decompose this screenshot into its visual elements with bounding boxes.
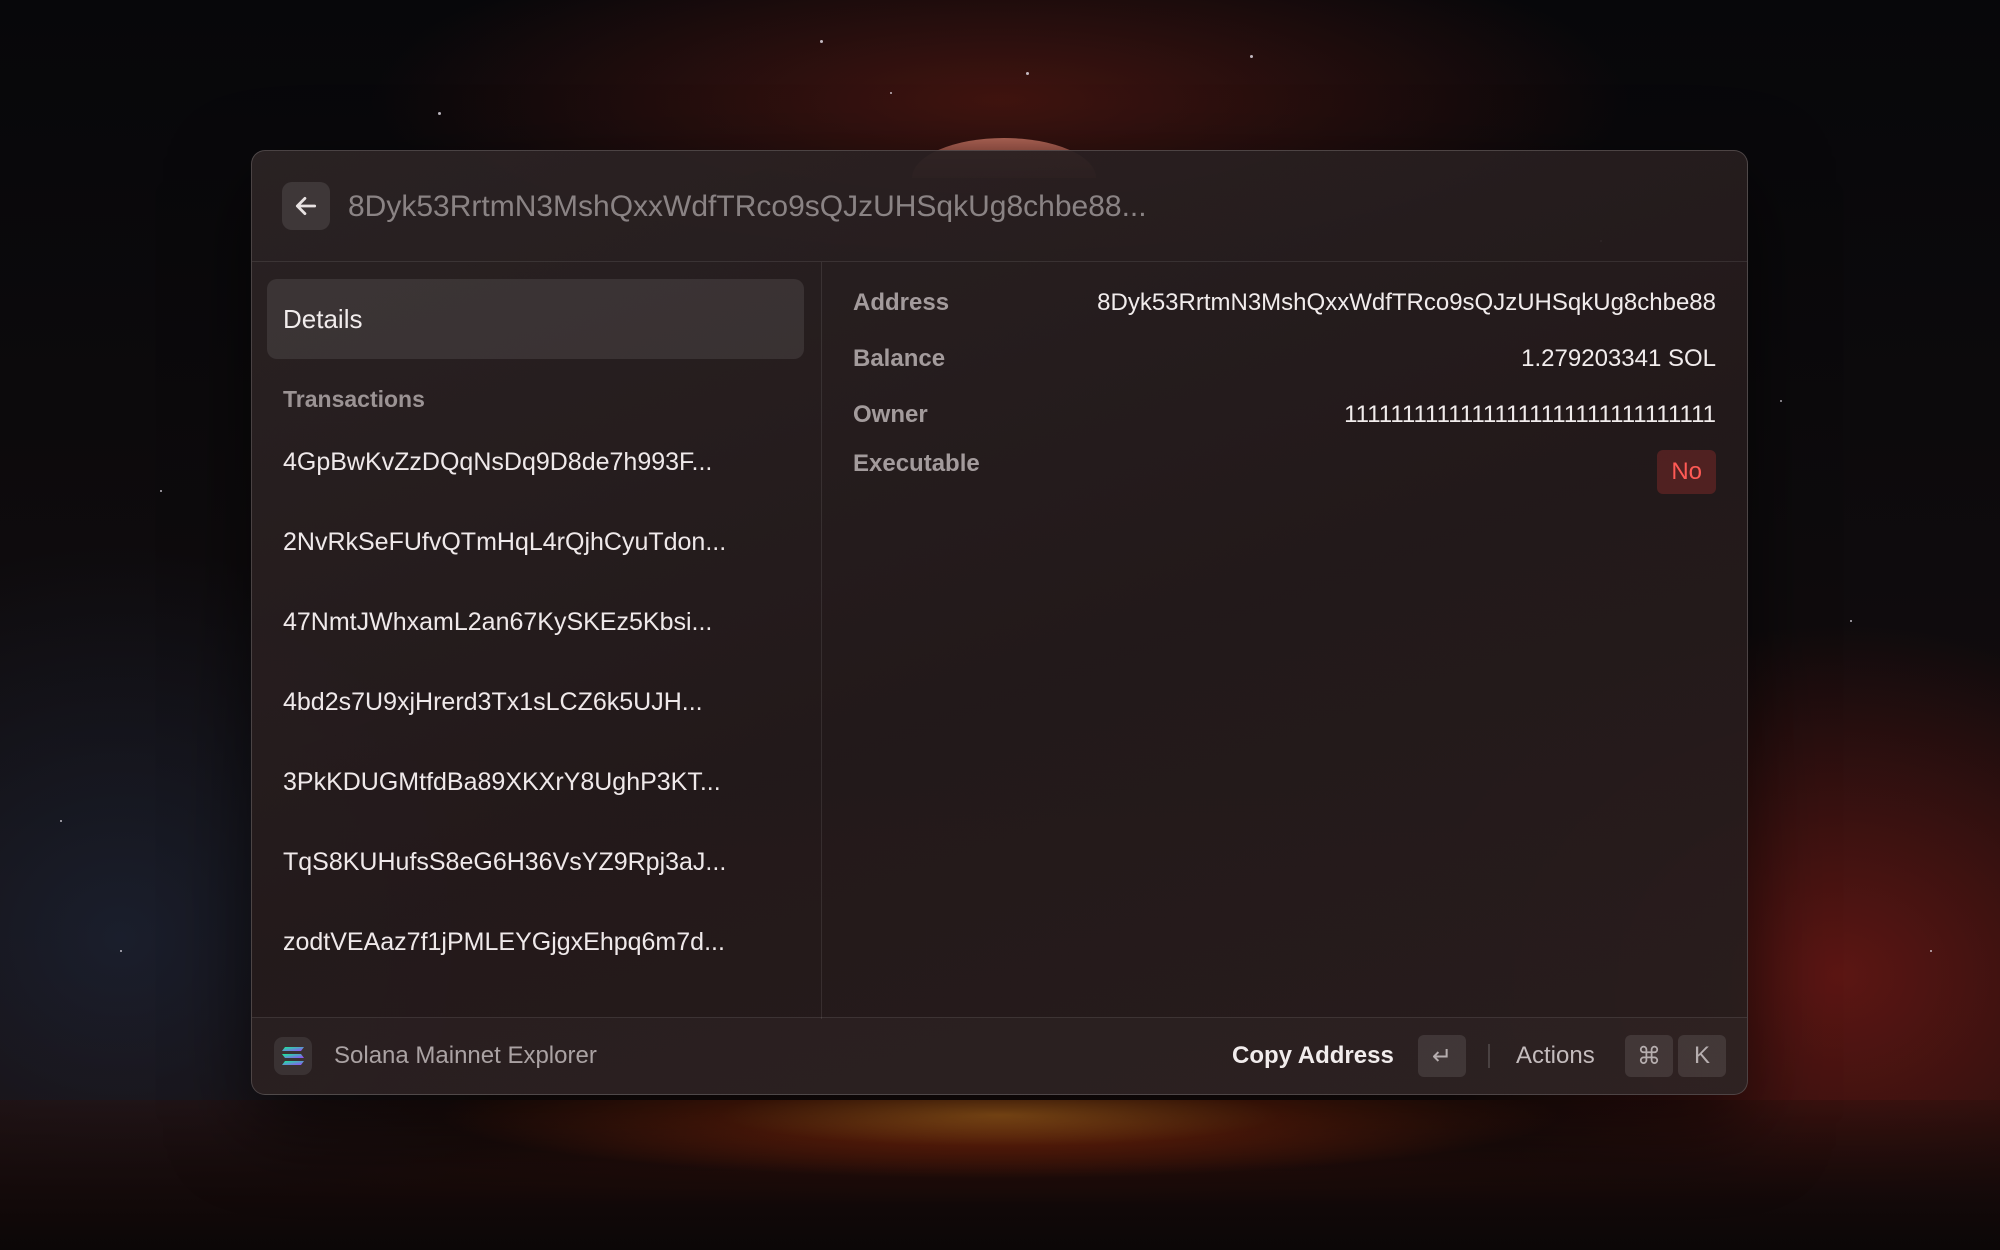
back-button[interactable] <box>282 182 330 230</box>
transaction-item[interactable]: 4bd2s7U9xjHrerd3Tx1sLCZ6k5UJH... <box>267 662 804 742</box>
enter-key-hint: ↵ <box>1418 1035 1466 1077</box>
owner-row: Owner 11111111111111111111111111111111 <box>853 395 1716 435</box>
arrow-left-icon <box>295 197 317 215</box>
balance-row: Balance 1.279203341 SOL <box>853 339 1716 379</box>
search-bar <box>252 151 1747 262</box>
copy-address-button[interactable]: Copy Address <box>1232 1042 1394 1070</box>
solana-logo-icon <box>274 1037 312 1075</box>
executable-row: Executable No <box>853 450 1716 494</box>
transaction-list: 4GpBwKvZzDQqNsDq9D8de7h993F... 2NvRkSeFU… <box>267 422 804 982</box>
section-header-transactions: Transactions <box>283 386 425 412</box>
address-row: Address 8Dyk53RrtmN3MshQxxWdfTRco9sQJzUH… <box>853 283 1716 323</box>
search-input[interactable] <box>346 178 1690 236</box>
address-value: 8Dyk53RrtmN3MshQxxWdfTRco9sQJzUHSqkUg8ch… <box>1097 289 1716 316</box>
executable-label: Executable <box>853 450 980 477</box>
app-name: Solana Mainnet Explorer <box>334 1042 597 1069</box>
details-panel: Address 8Dyk53RrtmN3MshQxxWdfTRco9sQJzUH… <box>822 262 1747 1019</box>
actions-button[interactable]: Actions <box>1516 1042 1595 1070</box>
action-bar: Solana Mainnet Explorer Copy Address ↵ A… <box>252 1017 1747 1094</box>
balance-label: Balance <box>853 345 946 372</box>
sidebar-item-label: Details <box>283 303 363 334</box>
sidebar-item-details[interactable]: Details <box>267 279 804 359</box>
transaction-item[interactable]: zodtVEAaz7f1jPMLEYGjgxEhpq6m7d... <box>267 902 804 982</box>
sidebar: Details Transactions 4GpBwKvZzDQqNsDq9D8… <box>252 262 822 1019</box>
k-key-hint: K <box>1678 1035 1726 1077</box>
address-label: Address <box>853 289 950 316</box>
explorer-window: Details Transactions 4GpBwKvZzDQqNsDq9D8… <box>251 150 1748 1095</box>
lava-ground <box>0 1100 2000 1250</box>
command-key-hint: ⌘ <box>1625 1035 1673 1077</box>
balance-value: 1.279203341 SOL <box>1521 345 1716 372</box>
transaction-item[interactable]: 2NvRkSeFUfvQTmHqL4rQjhCyuTdon... <box>267 502 804 582</box>
executable-badge: No <box>1657 450 1716 494</box>
transaction-item[interactable]: 47NmtJWhxamL2an67KySKEz5Kbsi... <box>267 582 804 662</box>
transaction-item[interactable]: TqS8KUHufsS8eG6H36VsYZ9Rpj3aJ... <box>267 822 804 902</box>
transaction-item[interactable]: 3PkKDUGMtfdBa89XKXrY8UghP3KT... <box>267 742 804 822</box>
divider <box>1488 1044 1490 1068</box>
owner-value: 11111111111111111111111111111111 <box>1344 401 1716 428</box>
owner-label: Owner <box>853 401 928 428</box>
transaction-item[interactable]: 4GpBwKvZzDQqNsDq9D8de7h993F... <box>267 422 804 502</box>
